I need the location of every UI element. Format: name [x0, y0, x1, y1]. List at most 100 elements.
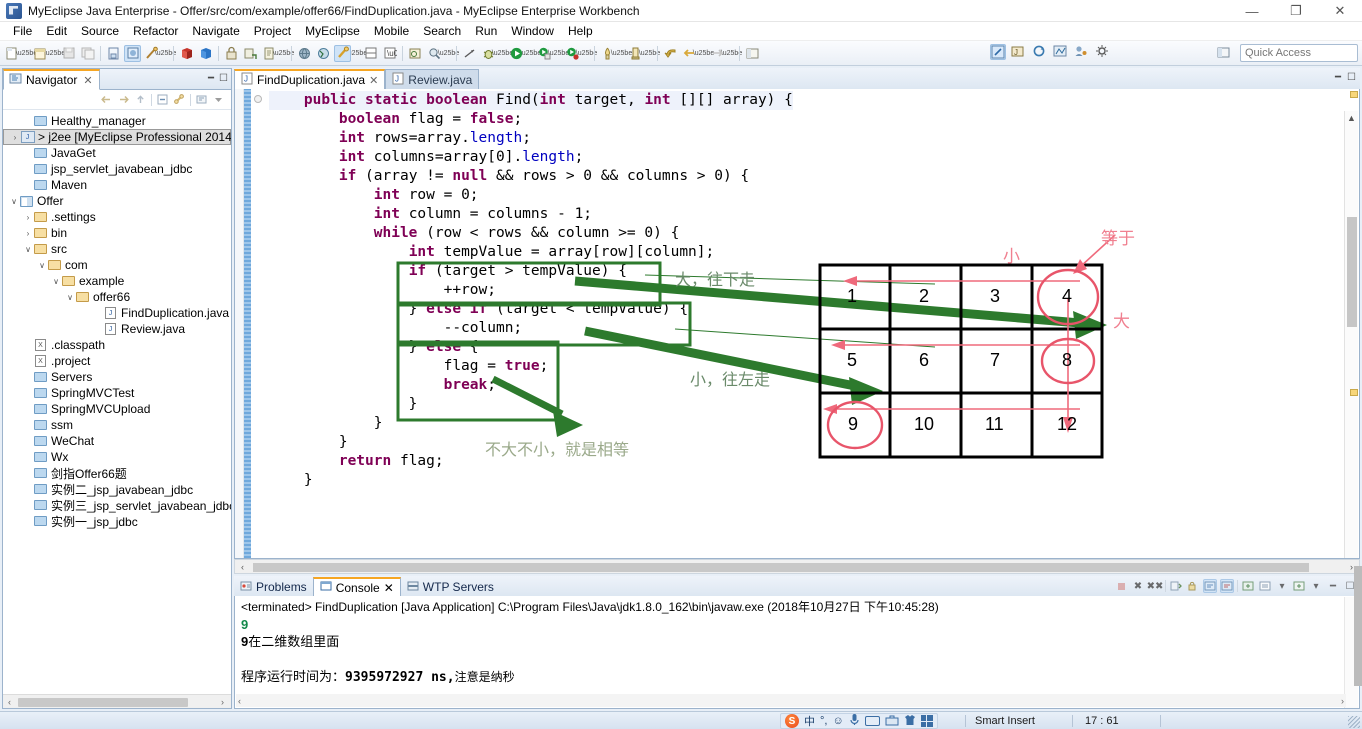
tree-expander-icon[interactable]: ›: [10, 133, 20, 142]
code-editor[interactable]: public static boolean Find(int target, i…: [234, 89, 1360, 559]
collapse-all-icon[interactable]: [156, 93, 169, 106]
code-line[interactable]: if (target > tempValue) {: [269, 262, 793, 281]
scroll-lock-icon[interactable]: [1186, 579, 1200, 593]
code-line[interactable]: --column;: [269, 319, 793, 338]
myeclipse-config-icon[interactable]: [124, 44, 141, 62]
fold-marker-icon[interactable]: [254, 95, 262, 103]
menu-item-refactor[interactable]: Refactor: [126, 23, 185, 39]
paragraph-icon[interactable]: \u00b6: [381, 45, 398, 62]
console-horizontal-scrollbar[interactable]: ‹ ›: [236, 694, 1346, 707]
remove-all-launches-icon[interactable]: ✖✖: [1147, 579, 1164, 593]
display-selected-console-icon[interactable]: [1258, 579, 1272, 593]
navigator-horizontal-scrollbar[interactable]: ‹ ›: [3, 694, 231, 708]
code-line[interactable]: int column = columns - 1;: [269, 205, 793, 224]
menu-item-search[interactable]: Search: [416, 23, 468, 39]
tree-expander-icon[interactable]: ›: [23, 213, 33, 222]
code-line[interactable]: while (row < rows && column >= 0) {: [269, 224, 793, 243]
tree-item[interactable]: jsp_servlet_javabean_jdbc: [3, 161, 231, 177]
editor-line-gutter[interactable]: [235, 89, 244, 558]
editor-horizontal-scrollbar[interactable]: ‹ ›: [234, 559, 1360, 574]
menu-item-project[interactable]: Project: [247, 23, 298, 39]
external-tools-dropdown-icon[interactable]: \u25be: [346, 45, 367, 62]
back-icon[interactable]: [662, 45, 679, 62]
navigator-tab-close-icon[interactable]: ✕: [83, 74, 92, 87]
overview-marker-top-icon[interactable]: [1350, 91, 1358, 98]
tree-item[interactable]: 实例一_jsp_jdbc: [3, 513, 231, 529]
open-console-dropdown-icon[interactable]: ▾: [1309, 579, 1323, 593]
ime-toolbar[interactable]: S 中 °, ☺: [780, 713, 938, 729]
code-line[interactable]: ++row;: [269, 281, 793, 300]
navigator-panel-buttons[interactable]: ━ ☐: [208, 73, 228, 84]
code-line[interactable]: } else if (target < tempValue) {: [269, 300, 793, 319]
tree-item[interactable]: › .settings: [3, 209, 231, 225]
source-code-text[interactable]: public static boolean Find(int target, i…: [269, 91, 793, 490]
display-console-dropdown-icon[interactable]: ▾: [1275, 579, 1289, 593]
code-line[interactable]: boolean flag = false;: [269, 110, 793, 129]
tree-item[interactable]: X .classpath: [3, 337, 231, 353]
menu-item-navigate[interactable]: Navigate: [185, 23, 246, 39]
ime-skin-icon[interactable]: [904, 714, 916, 729]
scroll-up-icon[interactable]: ▲: [1345, 111, 1358, 125]
menu-item-run[interactable]: Run: [468, 23, 504, 39]
code-line[interactable]: int columns=array[0].length;: [269, 148, 793, 167]
tree-expander-icon[interactable]: ∨: [9, 197, 19, 206]
back-dropdown-icon[interactable]: \u25be: [693, 45, 714, 62]
lock-icon[interactable]: [223, 45, 240, 62]
code-line[interactable]: if (array != null && rows > 0 && columns…: [269, 167, 793, 186]
console-toolbar[interactable]: ✖ ✖✖ ▾ ▾ ━ ☐: [1114, 579, 1357, 593]
tree-item[interactable]: SpringMVCTest: [3, 385, 231, 401]
ime-emoji-icon[interactable]: ☺: [832, 715, 843, 727]
show-console-on-output-icon[interactable]: [1203, 579, 1217, 593]
tree-item[interactable]: Wx: [3, 449, 231, 465]
menu-item-help[interactable]: Help: [561, 23, 600, 39]
profile-icon[interactable]: [627, 45, 644, 62]
debug-dropdown-icon[interactable]: \u25be: [492, 45, 513, 62]
maximize-panel-icon[interactable]: ☐: [219, 73, 228, 84]
run-as-dropdown-icon[interactable]: \u25be: [548, 45, 569, 62]
open-type-icon[interactable]: [407, 45, 424, 62]
ime-apps-icon[interactable]: [920, 715, 933, 727]
show-console-on-error-icon[interactable]: [1220, 579, 1234, 593]
tab-problems[interactable]: Problems: [234, 577, 313, 597]
remove-launch-icon[interactable]: ✖: [1131, 579, 1145, 593]
ime-mode-label[interactable]: 中: [804, 713, 815, 729]
tree-expander-icon[interactable]: ∨: [65, 293, 75, 302]
tree-item[interactable]: Healthy_manager: [3, 113, 231, 129]
editor-scroll-thumb[interactable]: [1347, 217, 1357, 327]
tab-review-java[interactable]: J Review.java: [385, 69, 480, 90]
code-line[interactable]: return flag;: [269, 452, 793, 471]
editor-scroll-left-icon[interactable]: ‹: [235, 562, 250, 572]
editor-folding-column[interactable]: [251, 89, 265, 558]
ime-keyboard-icon[interactable]: [864, 716, 880, 726]
perspective-icon-group[interactable]: J: [989, 44, 1112, 60]
gear-icon[interactable]: [1095, 44, 1111, 60]
console-scroll-right-icon[interactable]: ›: [1341, 696, 1344, 706]
link-with-editor-icon[interactable]: [173, 93, 186, 106]
team-perspective-icon[interactable]: [1074, 44, 1090, 60]
workbench-right-scrollbar[interactable]: [1354, 566, 1362, 686]
myeclipse-perspective-icon[interactable]: [990, 44, 1006, 60]
tree-item[interactable]: ∨ com: [3, 257, 231, 273]
tree-item[interactable]: 剑指Offer66题: [3, 465, 231, 481]
forward-icon[interactable]: [681, 45, 698, 62]
overview-marker-mid-icon[interactable]: [1350, 389, 1358, 396]
tree-item[interactable]: Maven: [3, 177, 231, 193]
tree-item[interactable]: JavaGet: [3, 145, 231, 161]
debug-icon[interactable]: [480, 45, 497, 62]
editor-annotation-ruler[interactable]: [244, 89, 251, 558]
code-line[interactable]: flag = true;: [269, 357, 793, 376]
forward-nav-icon[interactable]: [117, 93, 130, 106]
code-line[interactable]: break;: [269, 376, 793, 395]
code-line[interactable]: }: [269, 414, 793, 433]
code-line[interactable]: }: [269, 433, 793, 452]
tree-expander-icon[interactable]: ∨: [23, 245, 33, 254]
perspective-switch-icon[interactable]: [1216, 45, 1232, 61]
tree-item[interactable]: J FindDuplication.java: [3, 305, 231, 321]
tree-item[interactable]: J Review.java: [3, 321, 231, 337]
close-button[interactable]: ✕: [1318, 0, 1362, 22]
console-scroll-left-icon[interactable]: ‹: [238, 696, 241, 706]
run-icon[interactable]: [508, 45, 525, 62]
search-dropdown-icon[interactable]: \u25be: [438, 45, 459, 62]
ime-microphone-icon[interactable]: [849, 713, 860, 729]
view-menu-icon[interactable]: [212, 93, 225, 106]
